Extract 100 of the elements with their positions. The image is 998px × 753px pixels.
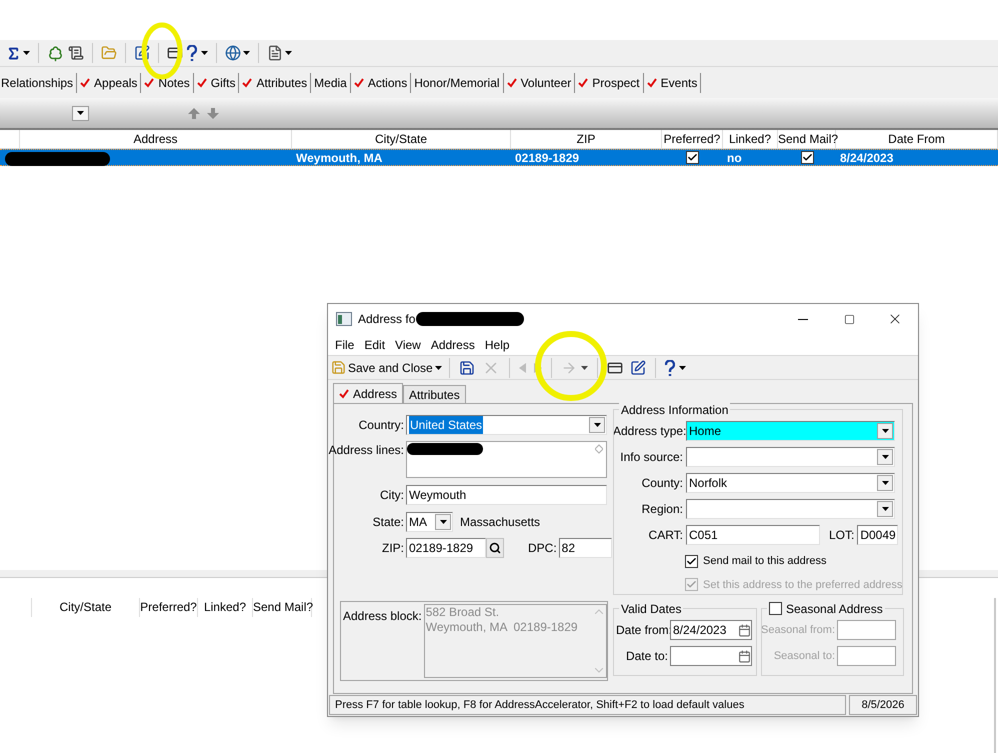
column-header[interactable]: Address bbox=[20, 130, 292, 148]
date-field[interactable] bbox=[670, 646, 752, 666]
caret-icon bbox=[882, 429, 888, 433]
folder-icon bbox=[101, 45, 117, 61]
caret-icon bbox=[243, 51, 250, 55]
column-header[interactable]: Send Mail? bbox=[778, 130, 836, 148]
group-title: Valid Dates bbox=[621, 600, 682, 618]
field-label: Address type: bbox=[613, 423, 683, 440]
checkmark-icon bbox=[242, 78, 252, 88]
country-dropdown[interactable]: United States bbox=[406, 415, 607, 435]
field-label: LOT: bbox=[829, 527, 854, 544]
tab[interactable]: Events bbox=[644, 72, 702, 92]
left-triangle-icon bbox=[518, 362, 527, 372]
tab[interactable]: Address bbox=[333, 383, 404, 403]
scroll-up-icon bbox=[595, 444, 603, 449]
column-header[interactable]: Preferred? bbox=[140, 598, 198, 617]
address-lines-field[interactable] bbox=[406, 441, 607, 478]
column-header[interactable]: Preferred? bbox=[662, 130, 723, 148]
lookup-button[interactable] bbox=[486, 538, 504, 558]
tab[interactable]: Actions bbox=[350, 72, 412, 92]
state-dropdown[interactable]: MA bbox=[406, 512, 453, 532]
field-label: Address lines: bbox=[328, 442, 404, 459]
tab[interactable]: Volunteer bbox=[504, 72, 576, 92]
lot-field[interactable]: D0049 bbox=[857, 525, 898, 545]
minimize-icon bbox=[798, 318, 808, 320]
sum-button[interactable] bbox=[6, 46, 30, 60]
save-icon bbox=[331, 360, 346, 375]
column-header[interactable]: Date From bbox=[836, 130, 998, 148]
group-title: Seasonal Address bbox=[786, 600, 883, 618]
help-icon bbox=[187, 45, 197, 61]
field-label: County: bbox=[640, 475, 683, 492]
date-field[interactable] bbox=[837, 646, 896, 666]
column-header[interactable]: Send Mail? bbox=[253, 598, 312, 617]
help-button[interactable] bbox=[187, 45, 208, 61]
tab[interactable]: Attributes bbox=[239, 72, 312, 92]
menu-item[interactable]: View bbox=[390, 336, 426, 354]
tab[interactable]: Prospect bbox=[575, 72, 644, 92]
city-field[interactable]: Weymouth bbox=[406, 485, 607, 505]
tree-button[interactable] bbox=[47, 44, 64, 62]
dropdown[interactable] bbox=[686, 447, 895, 467]
tab[interactable]: Honor/Memorial bbox=[411, 72, 504, 92]
card-icon bbox=[606, 360, 623, 376]
tab[interactable]: Attributes bbox=[403, 385, 466, 403]
tab[interactable]: Gifts bbox=[194, 72, 240, 92]
edit-button[interactable] bbox=[134, 45, 150, 61]
table-cell-text: 02189-1829 bbox=[514, 150, 580, 166]
checkmark-icon bbox=[80, 78, 90, 88]
caret-icon bbox=[77, 111, 84, 115]
dpc-field[interactable]: 82 bbox=[558, 538, 612, 558]
dropdown[interactable]: Home bbox=[686, 421, 895, 441]
card-button[interactable] bbox=[604, 360, 625, 376]
document-button[interactable] bbox=[267, 45, 292, 61]
card-button[interactable] bbox=[167, 45, 183, 61]
field-label: Info source: bbox=[619, 449, 683, 466]
dropdown[interactable] bbox=[686, 499, 895, 519]
checkbox-label: Send mail to this address bbox=[703, 554, 827, 569]
address-line: Weymouth, MA 02189-1829 bbox=[426, 620, 578, 635]
status-message: Press F7 for table lookup, F8 for AddressAccelerator, Shift+F2 to load default values bbox=[329, 695, 846, 715]
help-button[interactable] bbox=[662, 360, 688, 376]
column-header[interactable]: City/State bbox=[32, 598, 140, 617]
globe-button[interactable] bbox=[225, 45, 250, 61]
tab[interactable]: Relationships bbox=[0, 72, 78, 92]
field-label: Seasonal from: bbox=[761, 622, 835, 638]
field-label: Date from: bbox=[616, 622, 668, 639]
sigma-icon bbox=[6, 46, 21, 60]
save-and-close-button[interactable]: Save and Close bbox=[331, 358, 442, 376]
menu-item[interactable]: Help bbox=[480, 336, 515, 354]
tab[interactable]: Appeals bbox=[77, 72, 142, 92]
field-label: Seasonal to: bbox=[772, 648, 835, 664]
menu-item[interactable]: Edit bbox=[359, 336, 390, 354]
column-header[interactable]: Linked? bbox=[198, 598, 253, 617]
zip-field[interactable]: 02189-1829 bbox=[406, 538, 486, 558]
caret-icon bbox=[201, 51, 208, 55]
column-header[interactable]: Linked? bbox=[723, 130, 778, 148]
date-field[interactable]: 8/24/2023 bbox=[670, 620, 752, 640]
field-label: State: bbox=[372, 514, 404, 531]
column-header[interactable]: ZIP bbox=[511, 130, 662, 148]
window-title: Address fo bbox=[358, 311, 416, 328]
checkbox[interactable] bbox=[686, 151, 699, 164]
caret-icon bbox=[434, 366, 442, 370]
menu-item[interactable]: File bbox=[330, 336, 360, 354]
menu-item[interactable]: Address bbox=[426, 336, 480, 354]
checkbox[interactable] bbox=[800, 151, 814, 164]
cart-field[interactable]: C051 bbox=[686, 525, 820, 545]
dropdown[interactable]: Norfolk bbox=[686, 473, 895, 493]
document-icon bbox=[267, 45, 283, 61]
help-icon bbox=[664, 360, 675, 376]
tab[interactable]: Notes bbox=[141, 72, 194, 92]
window-icon bbox=[336, 312, 352, 326]
table-cell-text: no bbox=[726, 150, 743, 166]
scroll-down-icon bbox=[595, 449, 603, 454]
column-header[interactable]: City/State bbox=[292, 130, 511, 148]
date-field[interactable] bbox=[837, 620, 896, 640]
dropdown-button[interactable] bbox=[72, 106, 89, 120]
checkbox[interactable] bbox=[685, 554, 698, 568]
field-label: CART: bbox=[648, 527, 683, 544]
note-button[interactable] bbox=[68, 45, 84, 61]
checkmark-icon bbox=[339, 388, 349, 398]
table-row[interactable]: Weymouth, MA 02189-1829 no 8/24/2023 bbox=[0, 149, 998, 166]
tab[interactable]: Media bbox=[311, 72, 351, 92]
